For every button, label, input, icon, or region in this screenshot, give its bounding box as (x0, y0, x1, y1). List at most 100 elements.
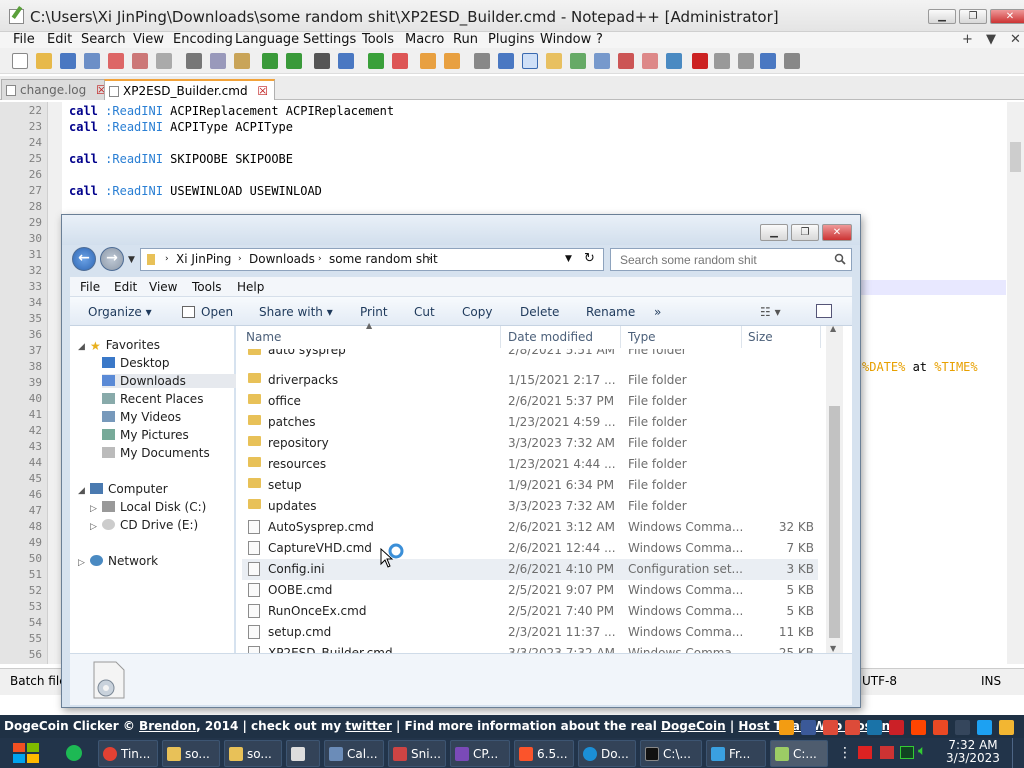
zoom-in-icon[interactable] (368, 53, 384, 69)
taskbar-snipping[interactable]: Sni... (388, 740, 446, 767)
collapse-arrow-icon[interactable]: ◢ (78, 486, 85, 496)
paste-icon[interactable] (234, 53, 250, 69)
open-file-icon[interactable] (36, 53, 52, 69)
twitter-icon[interactable] (977, 720, 992, 735)
menu-edit[interactable]: Edit (114, 280, 137, 294)
google-plus-icon[interactable] (845, 720, 860, 735)
print-button[interactable]: Print (360, 305, 388, 319)
tray-app-icon[interactable] (880, 746, 894, 759)
file-row[interactable]: setup 1/9/2021 6:34 PM File folder (242, 475, 818, 496)
rename-button[interactable]: Rename (586, 305, 635, 319)
dogecoin-link[interactable]: DogeCoin (661, 719, 726, 733)
taskbar-fr[interactable]: Fr... (706, 740, 766, 767)
copy-icon[interactable] (210, 53, 226, 69)
nav-my-pictures[interactable]: My Pictures (102, 428, 189, 442)
doc-map-icon[interactable] (570, 53, 586, 69)
udl-icon[interactable] (546, 53, 562, 69)
scroll-thumb[interactable] (1010, 142, 1021, 172)
reddit-icon[interactable] (911, 720, 926, 735)
spotify-icon[interactable] (66, 745, 82, 761)
google-icon[interactable] (823, 720, 838, 735)
delete-button[interactable]: Delete (520, 305, 559, 319)
close-all-icon[interactable] (132, 53, 148, 69)
sync-vertical-icon[interactable] (420, 53, 436, 69)
show-all-chars-icon[interactable] (498, 53, 514, 69)
save-icon[interactable] (60, 53, 76, 69)
menu-view[interactable]: View (149, 280, 177, 294)
col-name[interactable]: Name (246, 330, 281, 344)
save-all-icon[interactable] (84, 53, 100, 69)
menu-macro[interactable]: Macro (405, 32, 444, 47)
forward-button[interactable]: → (100, 247, 124, 271)
search-icon[interactable] (834, 253, 846, 265)
menu-plugins[interactable]: Plugins (488, 32, 535, 47)
taskbar-explorer-1[interactable]: so... (162, 740, 220, 767)
column-divider[interactable] (620, 326, 621, 348)
nav-network[interactable]: Network (90, 554, 158, 568)
taskbar-cpuz[interactable]: CP... (450, 740, 510, 767)
tumblr-icon[interactable] (955, 720, 970, 735)
expand-arrow-icon[interactable]: ▷ (90, 504, 97, 514)
stumbleupon-icon[interactable] (933, 720, 948, 735)
share-with-button[interactable]: Share with ▾ (259, 305, 333, 319)
add-tab-icon[interactable]: + (962, 32, 973, 47)
taskbar-brave[interactable]: 6.5... (514, 740, 574, 767)
taskbar-cmd[interactable]: C:\... (640, 740, 702, 767)
function-list-icon[interactable] (594, 53, 610, 69)
breadcrumb-user[interactable]: Xi JinPing (176, 252, 231, 266)
monitoring-icon[interactable] (642, 53, 658, 69)
scroll-thumb[interactable] (829, 406, 840, 638)
undo-icon[interactable] (262, 53, 278, 69)
copy-button[interactable]: Copy (462, 305, 492, 319)
show-desktop-button[interactable] (1012, 738, 1024, 768)
more-icon[interactable]: ⋮ (838, 745, 852, 761)
file-row[interactable]: driverpacks 1/15/2021 2:17 ... File folder (242, 370, 818, 391)
file-row[interactable]: auto sysprep 2/8/2021 5:51 AM File folder (242, 349, 818, 363)
preview-pane-icon[interactable] (816, 304, 832, 318)
minimize-button[interactable]: ▁ (760, 224, 788, 241)
scroll-down-icon[interactable]: ▼ (830, 644, 836, 653)
close-icon[interactable]: ☒ (257, 84, 268, 98)
address-bar[interactable]: › Xi JinPing › Downloads › some random s… (140, 248, 604, 271)
close-tab-icon[interactable]: ✕ (1010, 32, 1021, 47)
breadcrumb-downloads[interactable]: Downloads (249, 252, 315, 266)
column-divider[interactable] (500, 326, 501, 348)
col-date-modified[interactable]: Date modified (508, 330, 593, 344)
organize-button[interactable]: Organize ▾ (88, 305, 152, 319)
replace-icon[interactable] (338, 53, 354, 69)
menu-help[interactable]: ? (596, 32, 603, 47)
print-icon[interactable] (156, 53, 172, 69)
menu-edit[interactable]: Edit (47, 32, 72, 47)
digg-icon[interactable] (867, 720, 882, 735)
file-row[interactable]: Config.ini 2/6/2021 4:10 PM Configuration … (242, 559, 818, 580)
indent-guide-icon[interactable] (522, 53, 538, 69)
tab-change-log[interactable]: change.log ☒ (1, 79, 114, 100)
maximize-button[interactable]: ❐ (791, 224, 819, 241)
close-file-icon[interactable] (108, 53, 124, 69)
history-dropdown-icon[interactable]: ▼ (128, 255, 135, 265)
menu-help[interactable]: Help (237, 280, 264, 294)
search-input[interactable] (611, 249, 831, 270)
zoom-out-icon[interactable] (392, 53, 408, 69)
chevron-down-icon[interactable]: ▼ (565, 254, 572, 264)
close-button[interactable]: ✕ (822, 224, 852, 241)
collapse-arrow-icon[interactable]: ◢ (78, 342, 85, 352)
nav-my-documents[interactable]: My Documents (102, 446, 210, 460)
menu-encoding[interactable]: Encoding (173, 32, 233, 47)
more-commands-button[interactable]: » (654, 305, 661, 319)
taskbar-app[interactable] (286, 740, 320, 767)
tab-list-icon[interactable]: ▼ (986, 32, 996, 47)
nav-favorites[interactable]: ★ Favorites (90, 338, 160, 353)
nav-local-disk[interactable]: Local Disk (C:) (102, 500, 206, 514)
minimize-button[interactable]: ▁ (928, 9, 956, 24)
word-wrap-icon[interactable] (474, 53, 490, 69)
file-row[interactable]: OOBE.cmd 2/5/2021 9:07 PM Windows Comma...… (242, 580, 818, 601)
file-row[interactable]: resources 1/23/2021 4:44 ... File folder (242, 454, 818, 475)
network-tray-icon[interactable] (900, 746, 914, 759)
taskbar-chrome[interactable]: Tin... (98, 740, 158, 767)
editor-scrollbar[interactable] (1007, 102, 1024, 664)
taskbar-notepadpp[interactable]: C:... (770, 740, 828, 767)
taskbar-calculator[interactable]: Cal... (324, 740, 384, 767)
record-macro-icon[interactable] (692, 53, 708, 69)
eye-icon[interactable] (666, 53, 682, 69)
